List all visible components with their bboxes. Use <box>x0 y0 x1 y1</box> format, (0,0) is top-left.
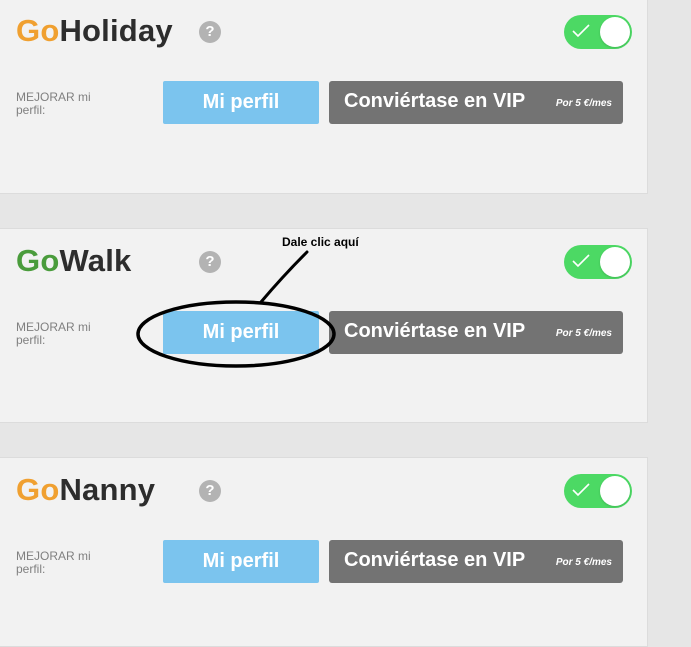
vip-button-label: Conviértase en VIP <box>344 90 526 112</box>
become-vip-button[interactable]: Conviértase en VIP Por 5 €/mes <box>329 311 623 354</box>
become-vip-button[interactable]: Conviértase en VIP Por 5 €/mes <box>329 81 623 124</box>
vip-price-label: Por 5 €/mes <box>555 557 612 568</box>
help-icon[interactable]: ? <box>199 21 221 43</box>
upgrade-label: MEJORAR mi perfil: <box>16 549 91 576</box>
service-title: GoNanny <box>16 472 155 508</box>
upgrade-label: MEJORAR mi perfil: <box>16 320 91 347</box>
service-card-goholiday: GoHoliday ? MEJORAR mi perfil: Mi perfil… <box>0 0 648 194</box>
check-icon <box>572 24 590 38</box>
my-profile-button[interactable]: Mi perfil <box>163 81 319 124</box>
vip-button-label: Conviértase en VIP <box>344 320 526 342</box>
service-title-prefix: Go <box>16 243 60 278</box>
vip-price-label: Por 5 €/mes <box>555 98 612 109</box>
service-title-prefix: Go <box>16 13 60 48</box>
service-card-gowalk: GoWalk ? MEJORAR mi perfil: Mi perfil Co… <box>0 228 648 423</box>
help-icon[interactable]: ? <box>199 251 221 273</box>
service-title: GoWalk <box>16 243 131 279</box>
service-toggle[interactable] <box>564 15 632 49</box>
service-title-suffix: Holiday <box>59 13 173 48</box>
service-card-gonanny: GoNanny ? MEJORAR mi perfil: Mi perfil C… <box>0 457 648 647</box>
check-icon <box>572 483 590 497</box>
service-toggle[interactable] <box>564 245 632 279</box>
vip-price-label: Por 5 €/mes <box>555 328 612 339</box>
annotation-text: Dale clic aquí <box>282 235 359 249</box>
service-title-suffix: Walk <box>59 243 132 278</box>
service-title-suffix: Nanny <box>59 472 156 507</box>
check-icon <box>572 254 590 268</box>
service-title-prefix: Go <box>16 472 60 507</box>
toggle-knob <box>600 247 630 277</box>
upgrade-label: MEJORAR mi perfil: <box>16 90 91 117</box>
my-profile-button[interactable]: Mi perfil <box>163 540 319 583</box>
become-vip-button[interactable]: Conviértase en VIP Por 5 €/mes <box>329 540 623 583</box>
service-title: GoHoliday <box>16 13 173 49</box>
service-toggle[interactable] <box>564 474 632 508</box>
toggle-knob <box>600 476 630 506</box>
toggle-knob <box>600 17 630 47</box>
vip-button-label: Conviértase en VIP <box>344 549 526 571</box>
my-profile-button[interactable]: Mi perfil <box>163 311 319 354</box>
help-icon[interactable]: ? <box>199 480 221 502</box>
